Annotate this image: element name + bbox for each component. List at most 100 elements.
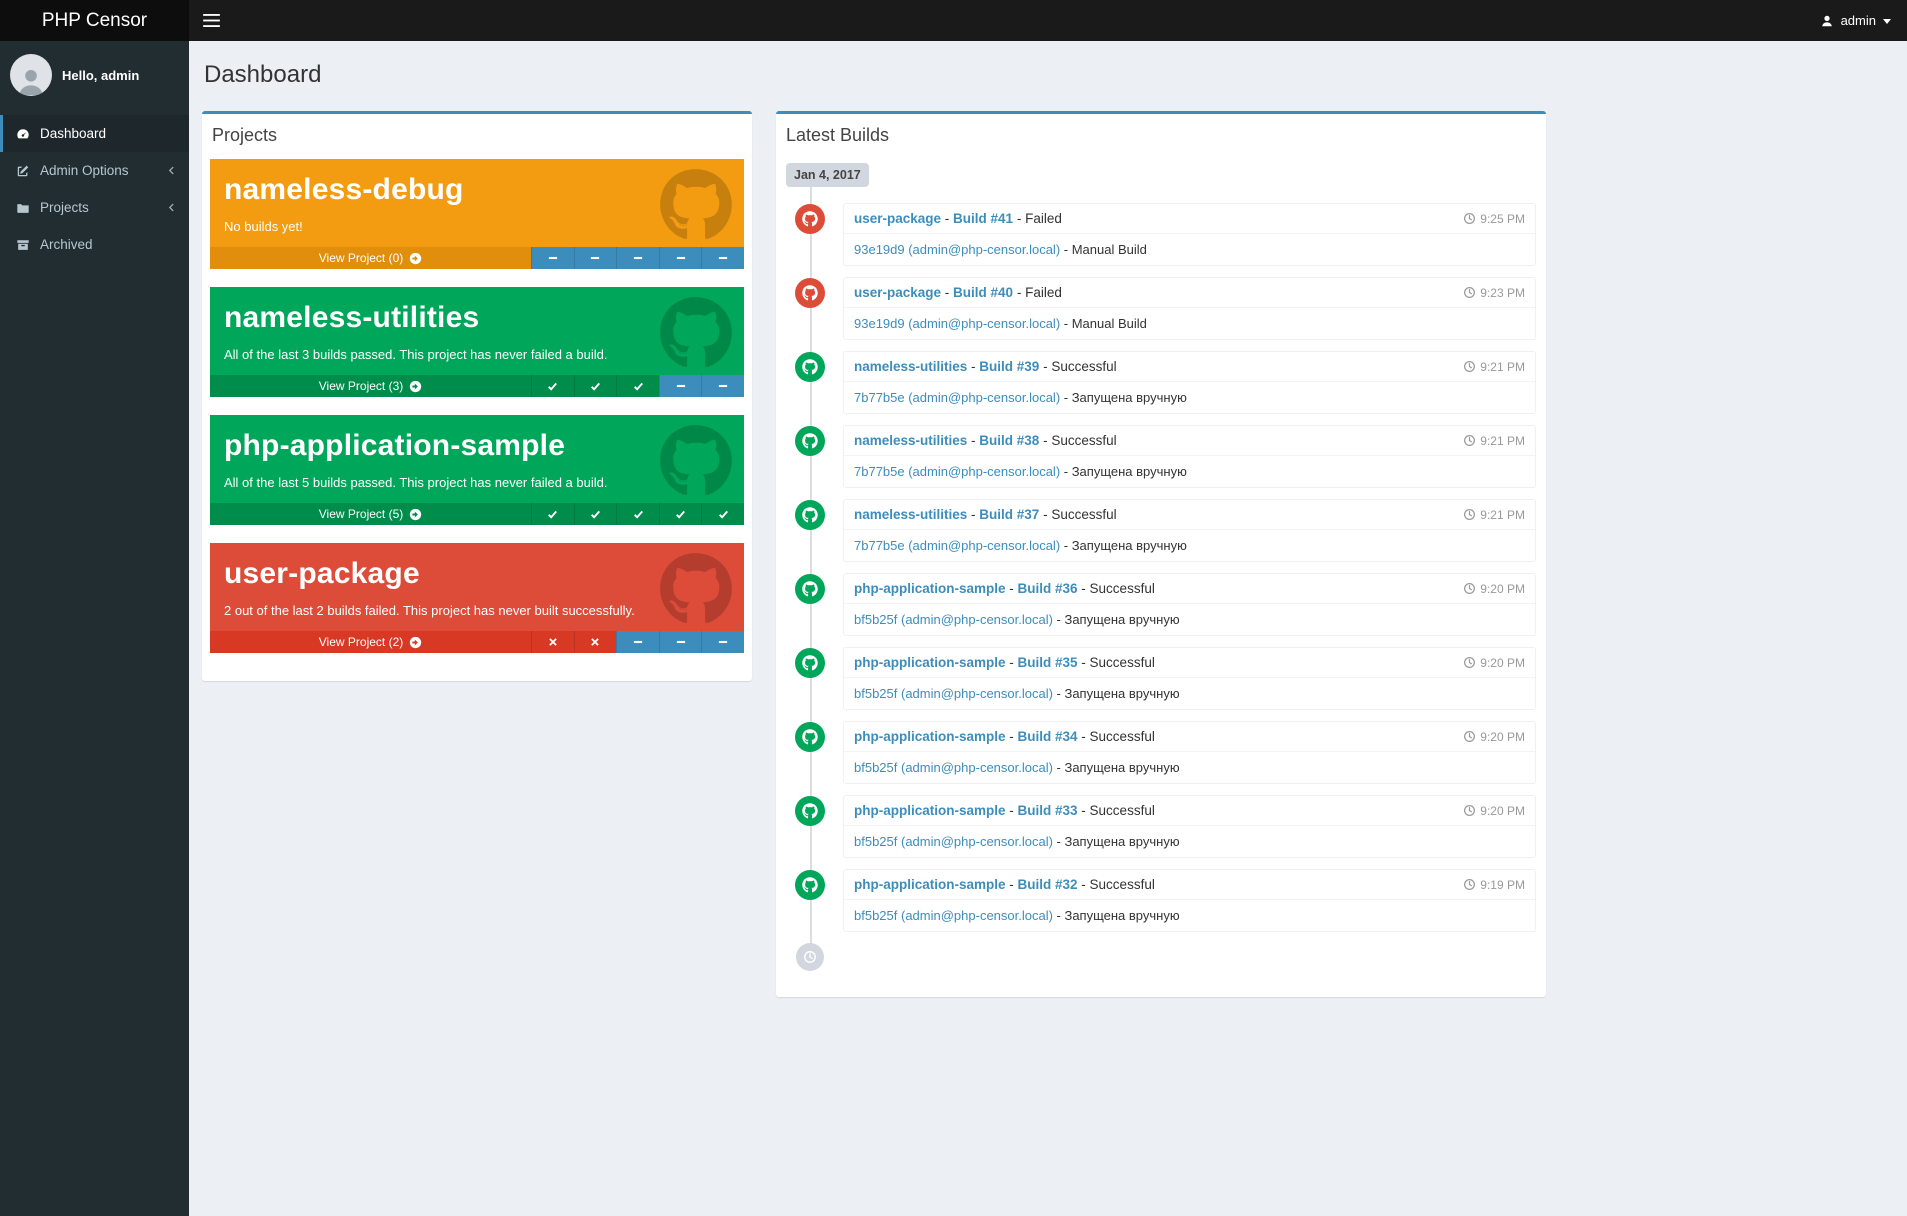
- build-status-squares: [531, 631, 744, 653]
- build-project-link[interactable]: user-package: [854, 285, 941, 300]
- arrow-circle-right-icon: [409, 508, 422, 521]
- sidebar-item-projects[interactable]: Projects: [0, 189, 189, 226]
- view-project-button[interactable]: View Project (5): [210, 503, 531, 525]
- sidebar-item-label: Admin Options: [40, 163, 129, 178]
- build-item-header: nameless-utilities - Build #38 - Success…: [844, 426, 1535, 456]
- build-number-link[interactable]: Build #36: [1018, 581, 1078, 596]
- build-number-link[interactable]: Build #35: [1018, 655, 1078, 670]
- commit-link[interactable]: 93e19d9 (admin@php-censor.local): [854, 242, 1060, 257]
- build-note: - Запущена вручную: [1052, 908, 1180, 923]
- projects-panel-title: Projects: [212, 125, 278, 145]
- project-summary: All of the last 3 builds passed. This pr…: [224, 347, 608, 362]
- user-panel: Hello, admin: [0, 41, 189, 109]
- builds-timeline: Jan 4, 2017 user-package - Build #41 - F…: [786, 159, 1536, 975]
- app-logo[interactable]: PHP Censor: [0, 0, 189, 41]
- build-project-link[interactable]: nameless-utilities: [854, 433, 967, 448]
- build-note: - Manual Build: [1060, 316, 1147, 331]
- build-project-link[interactable]: php-application-sample: [854, 877, 1006, 892]
- build-pending-icon: [701, 631, 744, 653]
- build-failed-icon: [531, 631, 574, 653]
- github-icon: [795, 574, 825, 604]
- build-number-link[interactable]: Build #32: [1018, 877, 1078, 892]
- project-card-body: nameless-debug No builds yet!: [210, 159, 744, 247]
- project-name: nameless-debug: [224, 173, 464, 206]
- view-project-label: View Project (5): [318, 507, 404, 521]
- build-status-label: - Successful: [1039, 433, 1117, 448]
- build-project-link[interactable]: php-application-sample: [854, 729, 1006, 744]
- commit-link[interactable]: bf5b25f (admin@php-censor.local): [854, 686, 1053, 701]
- build-item-header: user-package - Build #40 - Failed 9:23 P…: [844, 278, 1535, 308]
- build-item-header: nameless-utilities - Build #39 - Success…: [844, 352, 1535, 382]
- build-number-link[interactable]: Build #39: [979, 359, 1039, 374]
- sidebar-item-archived[interactable]: Archived: [0, 226, 189, 263]
- latest-builds-title: Latest Builds: [786, 125, 890, 145]
- navbar: admin: [189, 0, 1907, 41]
- build-number-link[interactable]: Build #40: [953, 285, 1013, 300]
- github-icon: [795, 722, 825, 752]
- user-menu[interactable]: admin: [1804, 0, 1907, 41]
- build-pending-icon: [701, 247, 744, 269]
- project-card: nameless-debug No builds yet! View Proje…: [210, 159, 744, 269]
- build-status-label: - Successful: [1039, 507, 1117, 522]
- build-number-link[interactable]: Build #34: [1018, 729, 1078, 744]
- commit-link[interactable]: bf5b25f (admin@php-censor.local): [854, 612, 1053, 627]
- build-item-header: php-application-sample - Build #33 - Suc…: [844, 796, 1535, 826]
- commit-link[interactable]: 7b77b5e (admin@php-censor.local): [854, 464, 1060, 479]
- build-time: 9:19 PM: [1463, 878, 1525, 892]
- latest-builds-panel: Latest Builds Jan 4, 2017 user-package -…: [776, 111, 1546, 997]
- timeline-end-clock-icon: [796, 943, 824, 971]
- build-item: nameless-utilities - Build #38 - Success…: [795, 425, 1536, 488]
- build-status-label: - Successful: [1077, 877, 1155, 892]
- build-time: 9:21 PM: [1463, 508, 1525, 522]
- commit-link[interactable]: 93e19d9 (admin@php-censor.local): [854, 316, 1060, 331]
- person-icon: [19, 69, 43, 96]
- build-item-body: bf5b25f (admin@php-censor.local) - Запущ…: [844, 752, 1535, 783]
- build-status-label: - Failed: [1013, 211, 1062, 226]
- build-project-link[interactable]: nameless-utilities: [854, 507, 967, 522]
- view-project-button[interactable]: View Project (3): [210, 375, 531, 397]
- commit-link[interactable]: bf5b25f (admin@php-censor.local): [854, 834, 1053, 849]
- build-item-content: php-application-sample - Build #36 - Suc…: [843, 573, 1536, 636]
- build-note: - Запущена вручную: [1060, 464, 1187, 479]
- build-item-content: php-application-sample - Build #33 - Suc…: [843, 795, 1536, 858]
- folder-icon: [15, 201, 31, 215]
- commit-link[interactable]: 7b77b5e (admin@php-censor.local): [854, 390, 1060, 405]
- commit-link[interactable]: 7b77b5e (admin@php-censor.local): [854, 538, 1060, 553]
- build-project-link[interactable]: php-application-sample: [854, 581, 1006, 596]
- build-project-link[interactable]: php-application-sample: [854, 655, 1006, 670]
- clock-icon: [1463, 804, 1476, 817]
- sidebar-item-label: Dashboard: [40, 126, 107, 141]
- build-project-link[interactable]: nameless-utilities: [854, 359, 967, 374]
- clock-icon: [1463, 212, 1476, 225]
- sidebar-toggle-button[interactable]: [189, 0, 234, 41]
- build-item-body: 93e19d9 (admin@php-censor.local) - Manua…: [844, 234, 1535, 265]
- arrow-circle-right-icon: [409, 636, 422, 649]
- sidebar-item-dashboard[interactable]: Dashboard: [0, 115, 189, 152]
- sidebar-item-admin-options[interactable]: Admin Options: [0, 152, 189, 189]
- github-icon: [657, 552, 735, 626]
- build-item: user-package - Build #41 - Failed 9:25 P…: [795, 203, 1536, 266]
- build-number-link[interactable]: Build #33: [1018, 803, 1078, 818]
- github-icon: [657, 168, 735, 242]
- build-note: - Запущена вручную: [1060, 390, 1187, 405]
- build-status-label: - Successful: [1039, 359, 1117, 374]
- build-item-content: user-package - Build #40 - Failed 9:23 P…: [843, 277, 1536, 340]
- build-status-label: - Successful: [1077, 729, 1155, 744]
- build-item-body: bf5b25f (admin@php-censor.local) - Запущ…: [844, 900, 1535, 931]
- build-number-link[interactable]: Build #38: [979, 433, 1039, 448]
- commit-link[interactable]: bf5b25f (admin@php-censor.local): [854, 760, 1053, 775]
- github-icon: [657, 296, 735, 370]
- build-project-link[interactable]: user-package: [854, 211, 941, 226]
- view-project-button[interactable]: View Project (0): [210, 247, 531, 269]
- arrow-circle-right-icon: [409, 252, 422, 265]
- view-project-button[interactable]: View Project (2): [210, 631, 531, 653]
- build-number-link[interactable]: Build #37: [979, 507, 1039, 522]
- build-item-body: bf5b25f (admin@php-censor.local) - Запущ…: [844, 604, 1535, 635]
- view-project-label: View Project (0): [318, 251, 404, 265]
- commit-link[interactable]: bf5b25f (admin@php-censor.local): [854, 908, 1053, 923]
- edit-icon: [15, 164, 31, 178]
- project-card-body: php-application-sample All of the last 5…: [210, 415, 744, 503]
- build-note: - Запущена вручную: [1060, 538, 1187, 553]
- build-number-link[interactable]: Build #41: [953, 211, 1013, 226]
- build-project-link[interactable]: php-application-sample: [854, 803, 1006, 818]
